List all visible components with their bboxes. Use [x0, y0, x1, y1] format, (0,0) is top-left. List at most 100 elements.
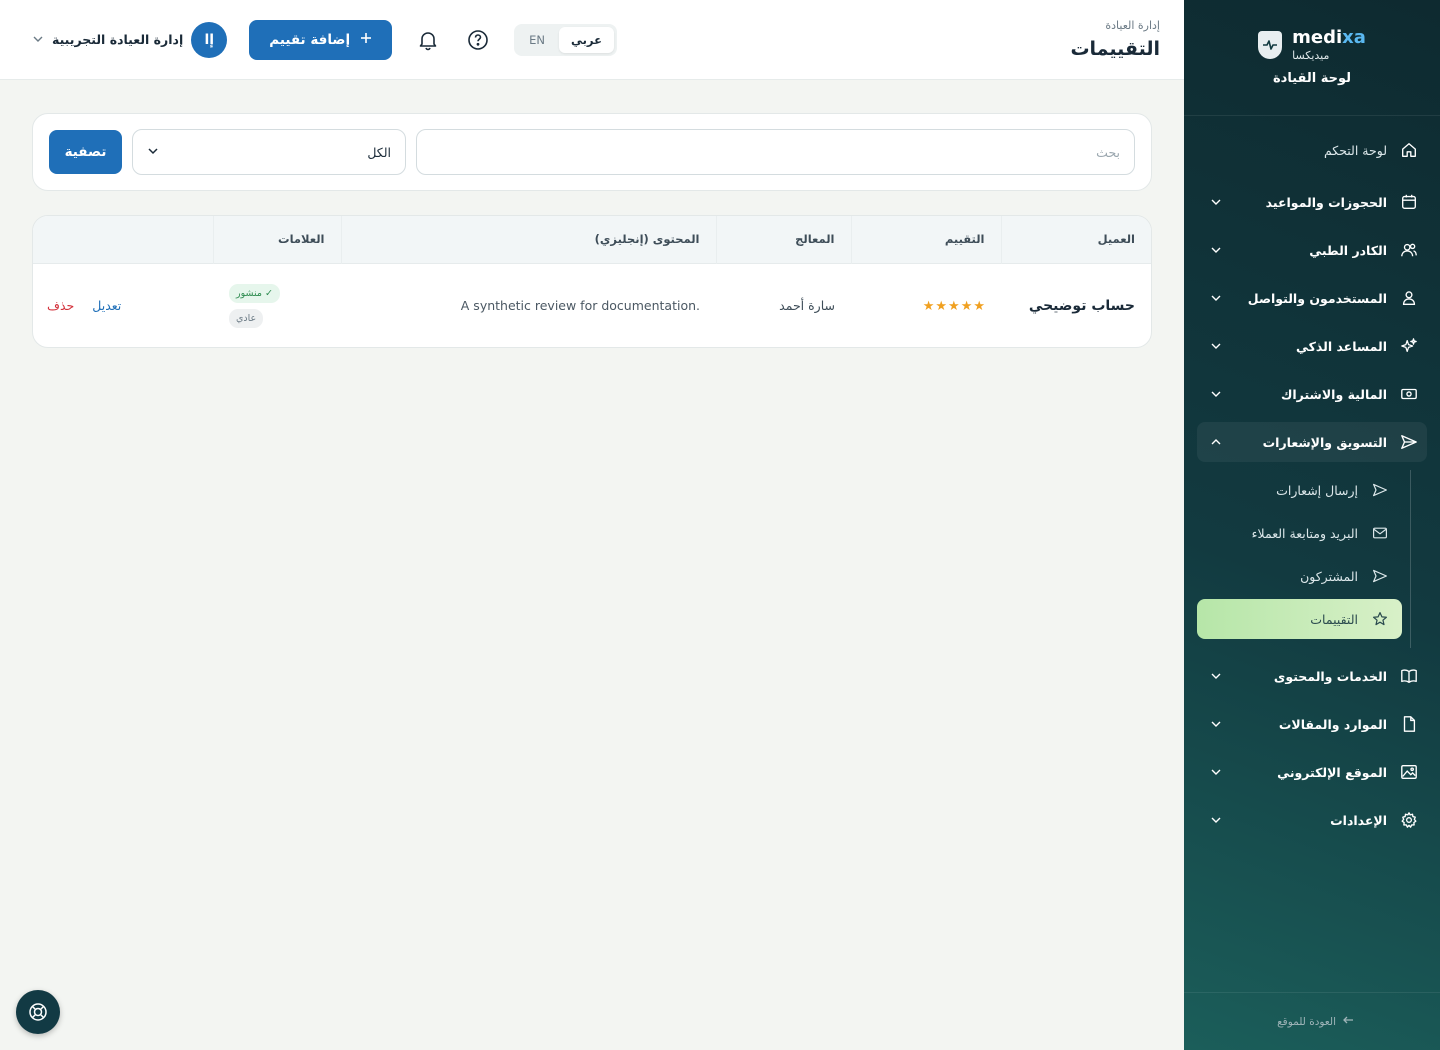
chevron-down-icon [1209, 387, 1223, 401]
sidebar-item-website[interactable]: الموقع الإلكتروني [1197, 752, 1427, 792]
rating-stars: ★ ★ ★ ★ ★ [923, 299, 985, 314]
calendar-icon [1399, 192, 1419, 212]
image-icon [1399, 762, 1419, 782]
sidebar-item-settings[interactable]: الإعدادات [1197, 800, 1427, 840]
column-header-content: المحتوى (إنجليزي) [340, 216, 716, 263]
star-icon: ★ [922, 298, 935, 314]
sidebar-subitem-email[interactable]: البريد ومتابعة العملاء [1197, 513, 1402, 553]
logo[interactable]: medixa ميديكسا [1258, 29, 1366, 61]
sidebar-item-label: المستخدمون والتواصل [1247, 290, 1387, 306]
therapist-name: سارة أحمد [779, 298, 835, 314]
send-icon [1370, 566, 1390, 586]
sidebar-item-label: الموارد والمقالات [1278, 716, 1387, 732]
sidebar-subitem-label: إرسال إشعارات [1276, 482, 1358, 498]
sidebar-nav: لوحة التحكم الحجوزات والمواعيد الكادر ال… [1184, 116, 1440, 840]
client-name: حساب توضيحي [1028, 297, 1135, 314]
chevron-down-icon [1209, 291, 1223, 305]
sidebar-subtitle: لوحة القيادة [1272, 71, 1352, 86]
filter-button[interactable]: تصفية [49, 130, 122, 174]
sidebar-item-label: التسويق والإشعارات [1262, 434, 1387, 450]
sidebar-item-marketing[interactable]: التسويق والإشعارات [1197, 422, 1427, 462]
sidebar-item-users[interactable]: المستخدمون والتواصل [1197, 278, 1427, 318]
star-icon: ★ [935, 298, 948, 314]
chevron-down-icon [1209, 669, 1223, 683]
sidebar-item-bookings[interactable]: الحجوزات والمواعيد [1197, 182, 1427, 222]
avatar: إا [191, 21, 228, 58]
top-header: إدارة العيادة التقييمات عربي EN إضافة تق… [0, 0, 1184, 80]
sidebar-subitem-label: التقييمات [1310, 611, 1358, 627]
star-icon: ★ [948, 298, 960, 314]
sidebar-subitem-label: المشتركون [1300, 568, 1358, 584]
column-header-tags: العلامات [212, 216, 341, 263]
brand: medixa ميديكسا لوحة القيادة [1184, 0, 1440, 116]
user-menu[interactable]: إا إدارة العيادة التجريبية [32, 21, 228, 58]
sidebar-item-medical-staff[interactable]: الكادر الطبي [1197, 230, 1427, 270]
title-block: إدارة العيادة التقييمات [1070, 19, 1160, 60]
user-icon [1399, 288, 1419, 308]
lifebuoy-icon[interactable] [16, 990, 60, 1034]
lang-arabic-button[interactable]: عربي [558, 26, 614, 53]
status-badge-normal: عادي [229, 308, 264, 328]
bell-icon[interactable] [414, 26, 442, 54]
column-header-client: العميل [1000, 216, 1151, 263]
lang-english-button[interactable]: EN [517, 27, 557, 53]
brand-name-ar: ميديكسا [1292, 49, 1330, 62]
chevron-up-icon [1209, 435, 1223, 449]
arrow-left-icon [1342, 1014, 1354, 1029]
shield-pulse-icon [1258, 31, 1283, 59]
row-actions: حذف تعديل [47, 298, 197, 313]
marketing-submenu: إرسال إشعارات البريد ومتابعة العملاء الم… [1197, 470, 1411, 648]
sidebar-item-label: الموقع الإلكتروني [1277, 764, 1387, 780]
send-icon [1399, 432, 1419, 452]
send-icon [1370, 480, 1390, 500]
sidebar-item-ai-assistant[interactable]: المساعد الذكي [1197, 326, 1427, 366]
table-row: حساب توضيحي ★ ★ ★ ★ ★ سارة أحمد A synthe… [33, 263, 1151, 347]
sidebar: medixa ميديكسا لوحة القيادة لوحة التحكم … [1184, 0, 1440, 1050]
file-icon [1399, 714, 1419, 734]
status-badge-published: ✓ منشور [229, 283, 280, 303]
back-to-site-label: العودة للموقع [1277, 1015, 1336, 1028]
sidebar-item-finance[interactable]: المالية والاشتراك [1197, 374, 1427, 414]
sidebar-item-services[interactable]: الخدمات والمحتوى [1197, 656, 1427, 696]
sidebar-item-label: الخدمات والمحتوى [1273, 668, 1387, 684]
users-icon [1399, 240, 1419, 260]
column-header-therapist: المعالج [715, 216, 851, 263]
back-to-site-link[interactable]: العودة للموقع [1184, 992, 1440, 1050]
sidebar-subitem-send-notifications[interactable]: إرسال إشعارات [1197, 470, 1402, 510]
edit-button[interactable]: تعديل [92, 298, 121, 313]
star-icon: ★ [960, 298, 973, 314]
breadcrumb[interactable]: إدارة العيادة [1070, 19, 1160, 32]
sidebar-item-resources[interactable]: الموارد والمقالات [1197, 704, 1427, 744]
column-header-rating: التقييم [850, 216, 1001, 263]
search-input[interactable] [416, 129, 1135, 175]
add-review-button[interactable]: إضافة تقييم [249, 19, 393, 60]
main-content: الكل تصفية العميل التقييم المعالج [0, 80, 1184, 1050]
chevron-down-icon [1209, 813, 1223, 827]
sidebar-subitem-subscribers[interactable]: المشتركون [1197, 556, 1402, 596]
user-name: إدارة العيادة التجريبية [52, 32, 184, 47]
sidebar-subitem-label: البريد ومتابعة العملاء [1251, 525, 1358, 541]
sidebar-subitem-reviews[interactable]: التقييمات [1197, 599, 1402, 639]
sidebar-item-dashboard[interactable]: لوحة التحكم [1197, 130, 1427, 170]
help-circle-icon[interactable] [464, 26, 492, 54]
home-icon [1399, 140, 1419, 160]
sidebar-item-label: المالية والاشتراك [1280, 386, 1387, 402]
star-icon [1370, 609, 1390, 629]
language-switch: عربي EN [514, 23, 617, 56]
delete-button[interactable]: حذف [47, 298, 74, 313]
sidebar-item-label: الإعدادات [1330, 812, 1387, 828]
chevron-down-icon [32, 30, 44, 49]
star-icon: ★ [973, 298, 985, 314]
sidebar-item-label: الحجوزات والمواعيد [1265, 194, 1387, 210]
sidebar-item-label: لوحة التحكم [1323, 142, 1387, 158]
sidebar-item-label: الكادر الطبي [1309, 242, 1387, 258]
chevron-down-icon [1209, 717, 1223, 731]
chevron-down-icon [1209, 243, 1223, 257]
chevron-down-icon [1209, 339, 1223, 353]
page-title: التقييمات [1070, 38, 1160, 60]
header-actions: عربي EN إضافة تقييم إا إدارة العيادة الت… [32, 19, 617, 60]
add-review-label: إضافة تقييم [269, 31, 351, 48]
chevron-down-icon [1209, 765, 1223, 779]
chevron-down-icon [1209, 195, 1223, 209]
status-select[interactable]: الكل [132, 129, 406, 175]
